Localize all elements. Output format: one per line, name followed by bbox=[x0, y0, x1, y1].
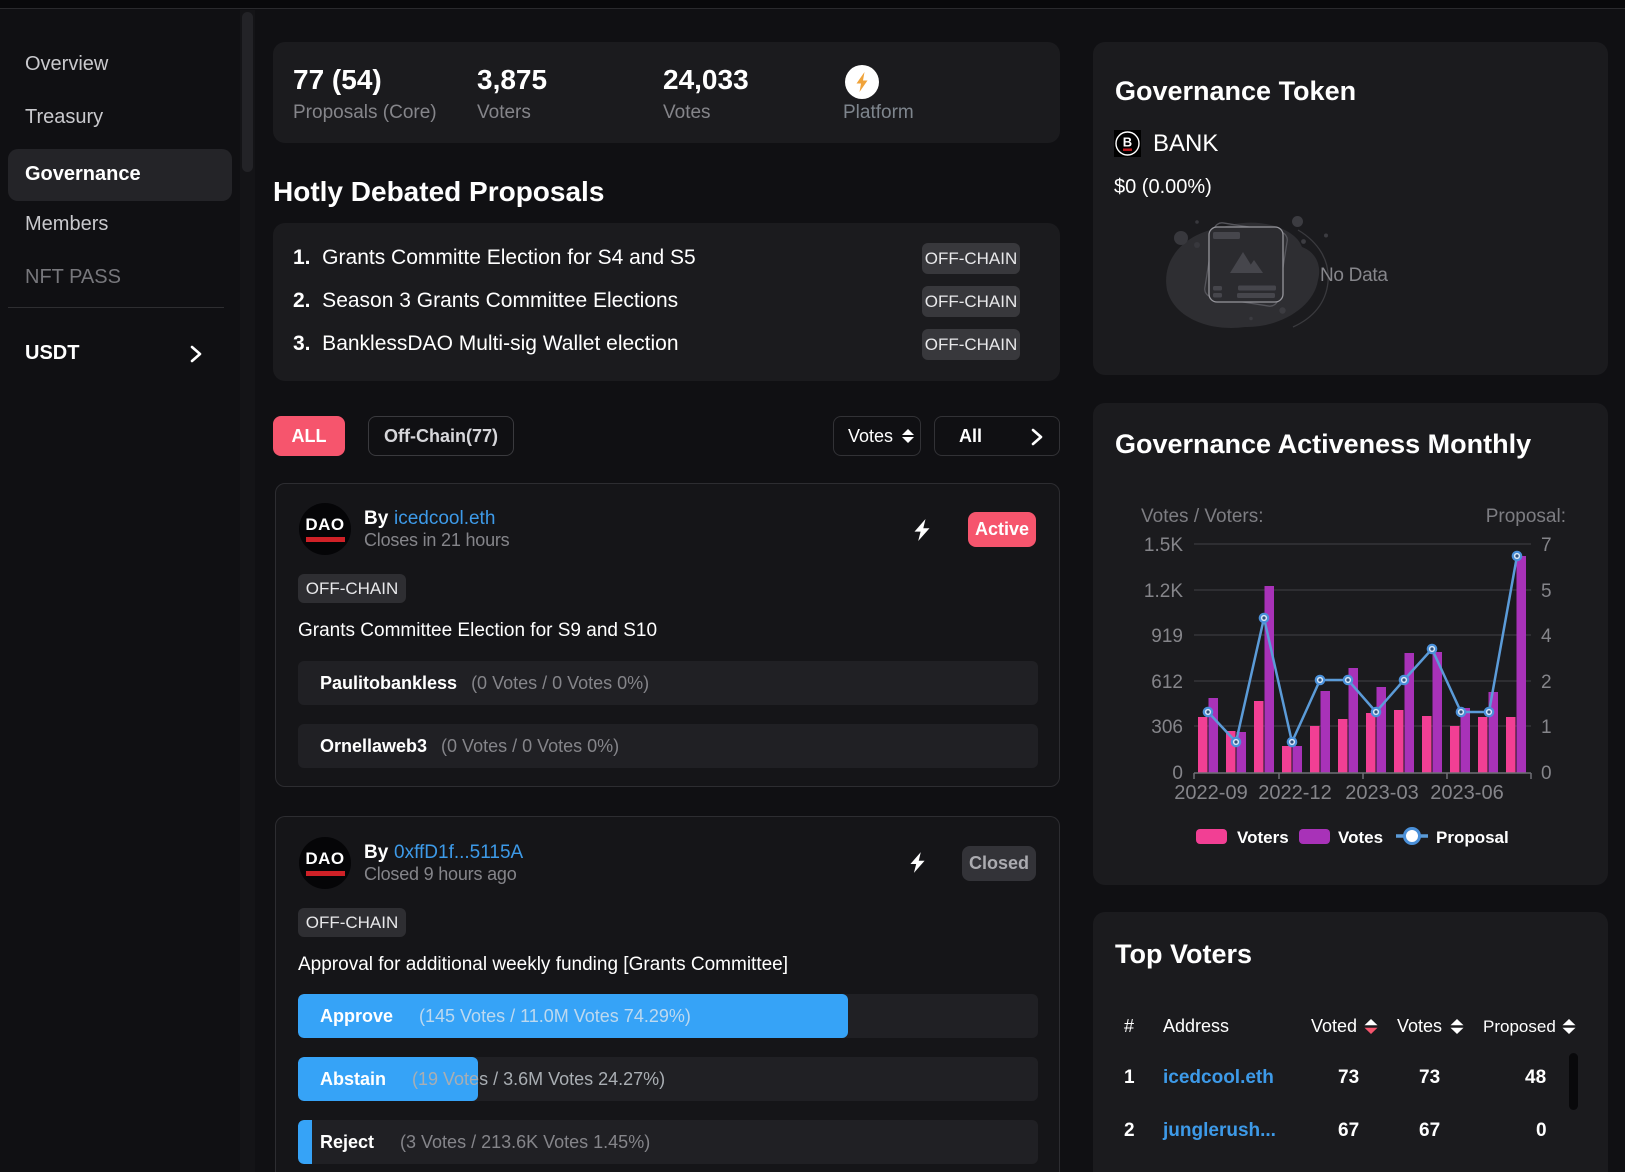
svg-text:2: 2 bbox=[1541, 672, 1552, 693]
svg-text:5: 5 bbox=[1541, 581, 1552, 602]
svg-text:Voters: Voters bbox=[1237, 828, 1289, 847]
svg-text:Votes / Voters:: Votes / Voters: bbox=[1141, 506, 1264, 527]
svg-text:612: 612 bbox=[1151, 672, 1183, 693]
svg-text:306: 306 bbox=[1151, 717, 1183, 738]
svg-text:2022-09: 2022-09 bbox=[1174, 782, 1247, 804]
svg-text:B: B bbox=[1123, 135, 1132, 150]
svg-text:0: 0 bbox=[1172, 763, 1183, 784]
svg-text:0: 0 bbox=[1541, 763, 1552, 784]
svg-text:1.2K: 1.2K bbox=[1144, 581, 1183, 602]
svg-text:1.5K: 1.5K bbox=[1144, 535, 1183, 556]
svg-text:4: 4 bbox=[1541, 626, 1552, 647]
svg-text:Votes: Votes bbox=[1338, 828, 1383, 847]
svg-text:2023-03: 2023-03 bbox=[1345, 782, 1418, 804]
svg-text:1: 1 bbox=[1541, 717, 1552, 738]
svg-text:Proposal:: Proposal: bbox=[1486, 506, 1566, 527]
svg-text:2023-06: 2023-06 bbox=[1430, 782, 1503, 804]
svg-text:7: 7 bbox=[1541, 535, 1552, 556]
svg-text:Proposal: Proposal bbox=[1436, 828, 1509, 847]
svg-text:919: 919 bbox=[1151, 626, 1183, 647]
svg-text:2022-12: 2022-12 bbox=[1258, 782, 1331, 804]
